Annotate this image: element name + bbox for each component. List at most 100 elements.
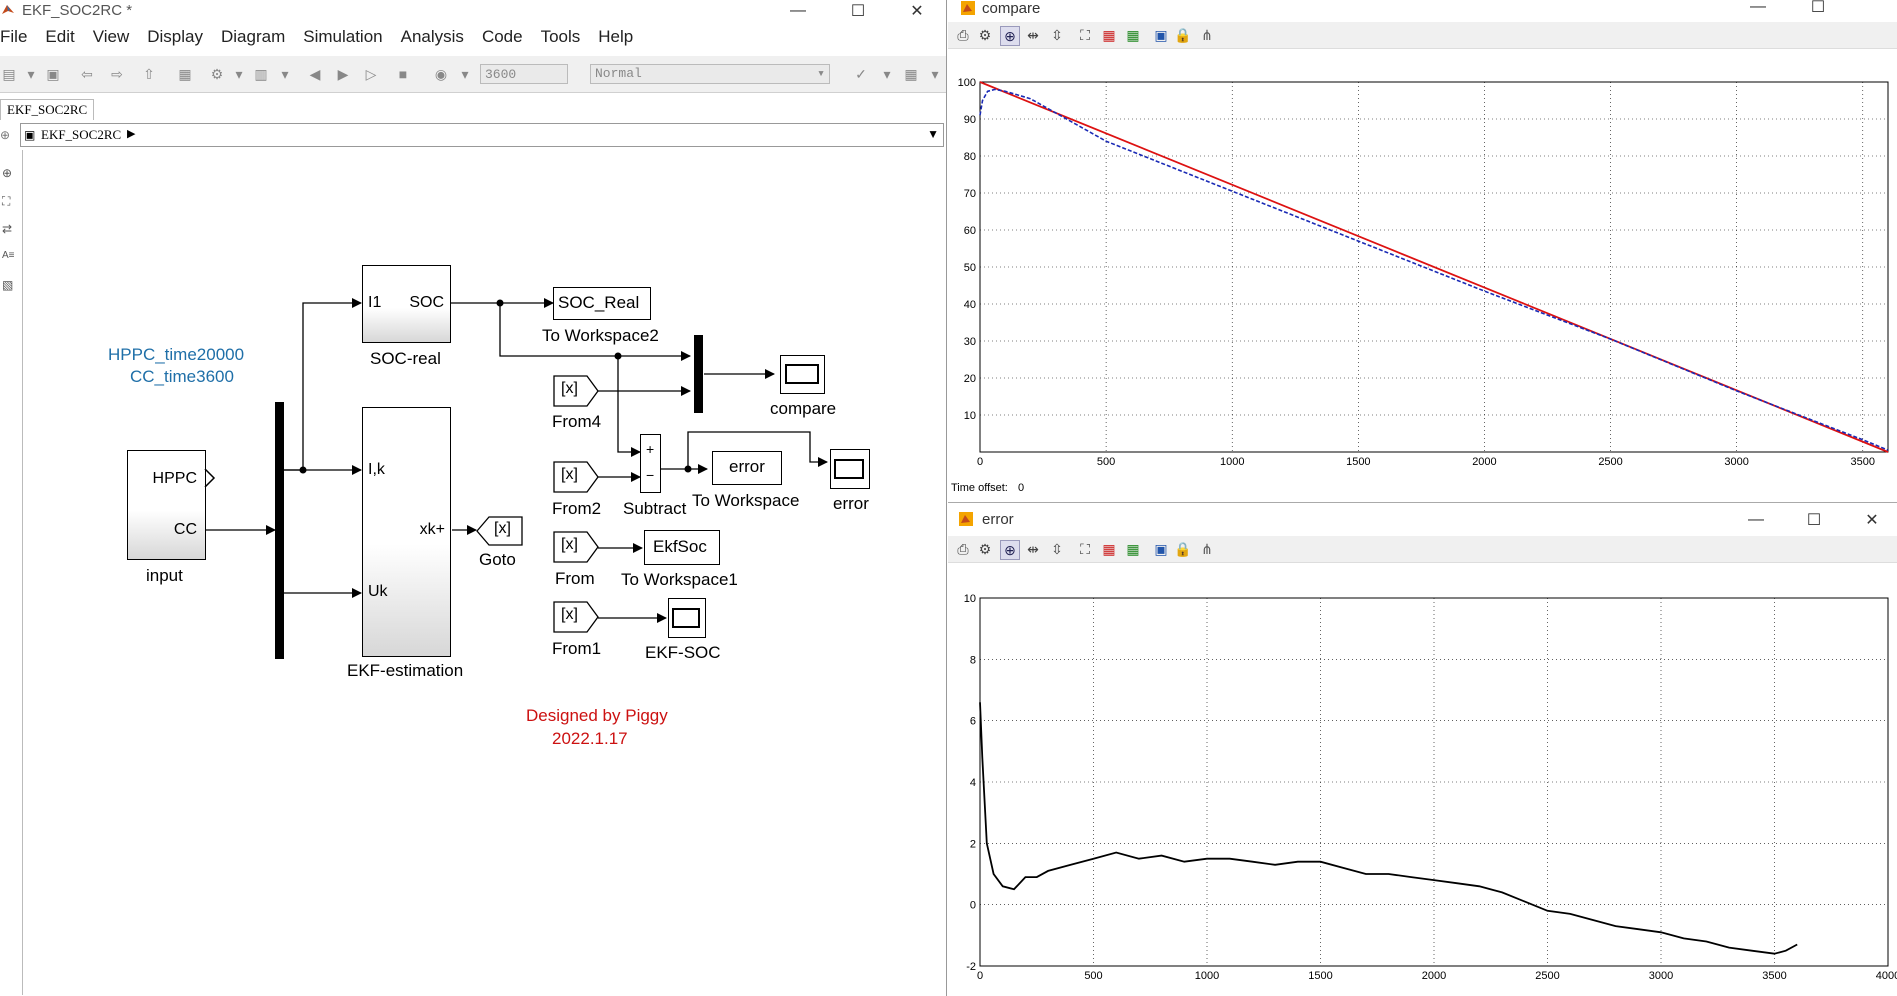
floating-scope-icon[interactable]: ▣: [1152, 26, 1170, 44]
from-label: From: [555, 569, 595, 588]
y-tick-label: 90: [964, 114, 976, 126]
autoscale-icon[interactable]: ⛶: [1076, 540, 1094, 558]
zoom-y-icon[interactable]: ⇳: [1048, 26, 1066, 44]
x-tick-label: 1000: [1220, 456, 1244, 468]
ekf-soc-scope-label: EKF-SOC: [645, 643, 721, 662]
x-tick-label: 3000: [1649, 970, 1673, 982]
compare-scope-block[interactable]: [780, 355, 825, 394]
y-tick-label: 100: [958, 77, 976, 89]
error-scope-block[interactable]: [830, 449, 870, 489]
gear-icon[interactable]: ⚙: [976, 540, 994, 558]
to-workspace2-label: To Workspace2: [542, 326, 659, 345]
scope-icon: [785, 364, 819, 384]
time-offset-label: Time offset:: [951, 482, 1008, 494]
x-tick-label: 3500: [1762, 970, 1786, 982]
y-tick-label: 20: [964, 373, 976, 385]
error-scope-label: error: [833, 494, 869, 513]
maximize-button[interactable]: ☐: [1792, 509, 1836, 531]
soc-real-label: SOC-real: [370, 349, 441, 368]
to-workspace-var: error: [729, 457, 765, 476]
subtract-label: Subtract: [623, 499, 687, 518]
minimize-button[interactable]: —: [1736, 0, 1780, 15]
soc-real-block[interactable]: I1 SOC: [362, 265, 451, 343]
gear-icon[interactable]: ⚙: [976, 26, 994, 44]
matlab-figure-icon: [960, 0, 976, 16]
print-icon[interactable]: ⎙: [954, 540, 972, 558]
subtract-minus: −: [646, 467, 655, 483]
subtract-block[interactable]: + −: [640, 434, 661, 493]
error-plot[interactable]: 05001000150020002500300035004000-2024681…: [948, 563, 1897, 996]
save-axes-icon[interactable]: ▦: [1100, 26, 1118, 44]
zoom-in-icon[interactable]: ⊕: [1000, 540, 1020, 560]
signal-selection-icon[interactable]: ⋔: [1198, 540, 1216, 558]
y-tick-label: 10: [964, 593, 976, 605]
restore-axes-icon[interactable]: ▦: [1124, 540, 1142, 558]
autoscale-icon[interactable]: ⛶: [1076, 26, 1094, 44]
goto-tag: [x]: [494, 520, 511, 537]
restore-axes-icon[interactable]: ▦: [1124, 26, 1142, 44]
signal-selection-icon[interactable]: ⋔: [1198, 26, 1216, 44]
goto-label: Goto: [479, 550, 516, 569]
to-workspace1-block[interactable]: EkfSoc: [644, 530, 720, 565]
maximize-button[interactable]: ☐: [1796, 0, 1840, 16]
compare-titlebar: compare — ☐: [948, 0, 1897, 18]
annotation-date: 2022.1.17: [552, 729, 628, 748]
ekf-in-port-uk: Uk: [368, 583, 388, 600]
x-tick-label: 2000: [1422, 970, 1446, 982]
x-tick-label: 3500: [1851, 456, 1875, 468]
x-tick-label: 2500: [1535, 970, 1559, 982]
compare-plot[interactable]: 0 500 1000 1500 2000 2500 3000 3500102030405060…: [948, 49, 1897, 500]
y-tick-label: 10: [964, 410, 976, 422]
input-port-label-cc: CC: [173, 521, 197, 538]
from2-tag: [x]: [561, 466, 578, 483]
y-tick-label: -2: [966, 961, 976, 973]
y-tick-label: 6: [970, 716, 976, 728]
compare-toolbar: ⎙ ⚙ ⊕ ⇹ ⇳ ⛶ ▦ ▦ ▣ 🔒 ⋔: [948, 22, 1897, 49]
x-tick-label: 2000: [1472, 456, 1496, 468]
to-workspace1-var: EkfSoc: [653, 537, 707, 556]
error-titlebar: error — ☐ ✕: [948, 503, 1897, 535]
x-tick-label: 2500: [1598, 456, 1622, 468]
lock-icon[interactable]: 🔒: [1174, 26, 1192, 44]
error-figure-window: error — ☐ ✕ ⎙ ⚙ ⊕ ⇹ ⇳ ⛶ ▦ ▦ ▣ 🔒 ⋔ 0 500 10…: [948, 502, 1897, 996]
input-block[interactable]: HPPC CC: [127, 450, 206, 560]
zoom-x-icon[interactable]: ⇹: [1024, 26, 1042, 44]
y-tick-label: 60: [964, 225, 976, 237]
to-workspace2-block[interactable]: SOC_Real: [553, 287, 651, 320]
x-tick-label: 500: [1097, 456, 1115, 468]
x-tick-label: 500: [1084, 970, 1102, 982]
x-tick-label: 1000: [1195, 970, 1219, 982]
to-workspace-block[interactable]: error: [712, 451, 782, 485]
minimize-button[interactable]: —: [1734, 509, 1778, 531]
save-axes-icon[interactable]: ▦: [1100, 540, 1118, 558]
floating-scope-icon[interactable]: ▣: [1152, 540, 1170, 558]
print-icon[interactable]: ⎙: [954, 26, 972, 44]
from1-tag: [x]: [561, 606, 578, 623]
zoom-in-icon[interactable]: ⊕: [1000, 26, 1020, 46]
lock-icon[interactable]: 🔒: [1174, 540, 1192, 558]
scope-icon: [834, 459, 864, 479]
from4-tag: [x]: [561, 380, 578, 397]
y-tick-label: 4: [970, 777, 976, 789]
x-tick-label: 0: [977, 970, 983, 982]
input-port-label-hppc: HPPC: [152, 470, 197, 487]
y-tick-label: 80: [964, 151, 976, 163]
time-offset-value: 0: [1018, 482, 1025, 494]
from-tag: [x]: [561, 536, 578, 553]
scope-icon: [672, 608, 700, 628]
x-tick-label: 4000: [1876, 970, 1897, 982]
annotation-hppc-time: HPPC_time20000: [108, 345, 245, 364]
soc-real-in-port: I1: [368, 294, 382, 311]
ekf-soc-scope-block[interactable]: [668, 598, 706, 638]
close-button[interactable]: ✕: [1850, 509, 1894, 531]
soc-real-out-port: SOC: [409, 294, 444, 311]
ekf-estimation-block[interactable]: I,k Uk xk+: [362, 407, 451, 657]
ekf-out-port: xk+: [419, 521, 445, 538]
zoom-y-icon[interactable]: ⇳: [1048, 540, 1066, 558]
compare-title: compare: [982, 0, 1041, 17]
y-tick-label: 0: [970, 900, 976, 912]
from1-label: From1: [552, 639, 602, 658]
error-toolbar: ⎙ ⚙ ⊕ ⇹ ⇳ ⛶ ▦ ▦ ▣ 🔒 ⋔: [948, 536, 1897, 563]
zoom-x-icon[interactable]: ⇹: [1024, 540, 1042, 558]
from4-label: From4: [552, 412, 602, 431]
